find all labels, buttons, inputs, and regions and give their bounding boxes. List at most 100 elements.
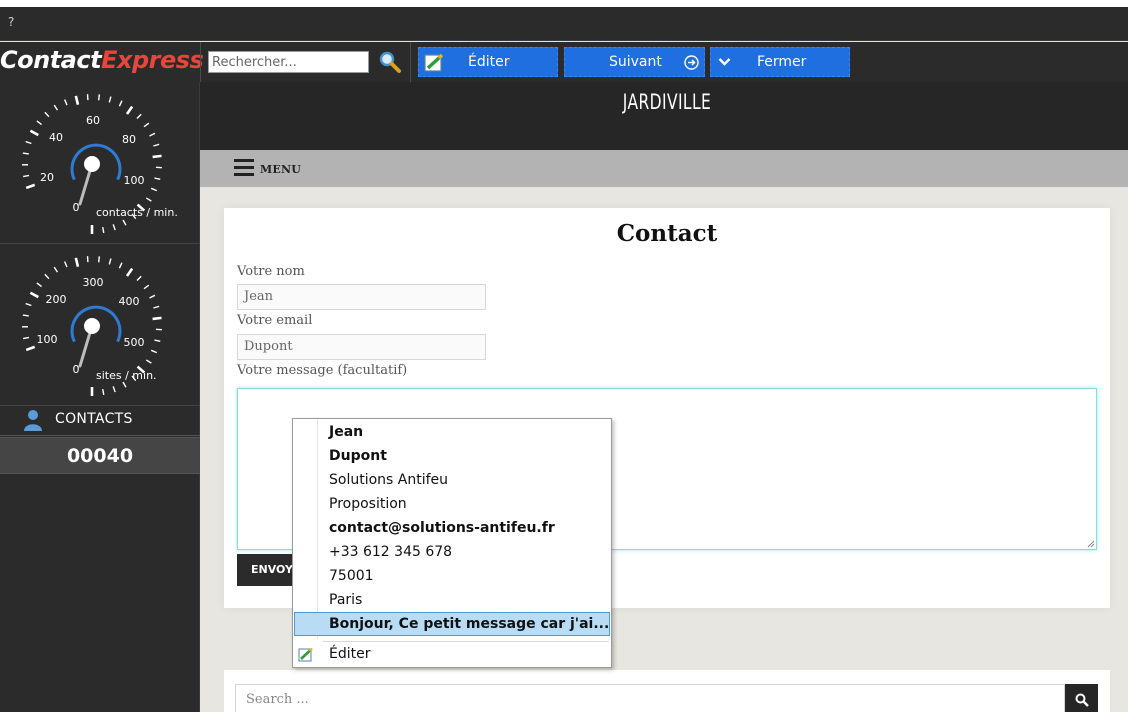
gauge-tick xyxy=(152,154,162,159)
toolbar-divider xyxy=(410,42,411,82)
edit-note-icon xyxy=(298,647,313,662)
gauge-tick xyxy=(108,258,112,265)
gauge-tick xyxy=(23,174,30,178)
next-button[interactable]: Suivant xyxy=(564,47,705,77)
gauge-tick xyxy=(122,381,127,388)
menu-item-edit[interactable]: Éditer xyxy=(294,642,610,666)
contacts-counter: 00040 xyxy=(0,437,200,474)
gauge-tick xyxy=(102,388,105,396)
gauge-tick xyxy=(145,197,152,202)
menu-item-email[interactable]: contact@solutions-antifeu.fr xyxy=(294,516,610,540)
toolbar-search-button[interactable] xyxy=(376,49,404,75)
menu-item-phone[interactable]: +33 612 345 678 xyxy=(294,540,610,564)
menu-label[interactable]: MENU xyxy=(260,163,301,176)
gauge-tick xyxy=(145,359,152,364)
hamburger-icon[interactable] xyxy=(234,159,254,177)
gauge-tick xyxy=(25,302,32,307)
gauge-tick-label: 100 xyxy=(124,174,145,187)
gauge-tick xyxy=(125,267,134,277)
gauge-tick xyxy=(118,262,123,269)
menu-item-company[interactable]: Solutions Antifeu xyxy=(294,468,610,492)
name-input[interactable]: Jean xyxy=(237,284,486,310)
contactexpress-toolbar: ContactExpress Éditer Suivant xyxy=(0,42,1128,82)
gauge-tick xyxy=(44,273,50,280)
email-label: Votre email xyxy=(237,313,313,328)
gauge-tick-label: 100 xyxy=(37,333,58,346)
gauge-tick xyxy=(143,284,150,290)
gauge-tick xyxy=(153,305,160,309)
gauge-tick xyxy=(149,294,156,299)
gauge-tick-label: 0 xyxy=(73,363,80,376)
help-button[interactable]: ? xyxy=(8,15,14,29)
gauge-tick xyxy=(153,143,160,147)
gauge-tick xyxy=(22,314,29,317)
gauge-tick xyxy=(53,104,59,111)
gauge-tick-label: 0 xyxy=(73,201,80,214)
gauge-tick-label: 20 xyxy=(40,171,54,184)
gauge-tick xyxy=(36,120,42,126)
gauge-tick xyxy=(25,345,36,352)
gauge-tick xyxy=(29,129,39,137)
gauge-tick xyxy=(149,132,156,137)
gauge-tick xyxy=(25,140,32,145)
resize-handle-icon[interactable] xyxy=(1087,540,1095,548)
form-title: Contact xyxy=(616,220,718,247)
gauge-tick xyxy=(44,111,50,118)
search-icon xyxy=(1075,693,1089,707)
top-edge xyxy=(0,0,1128,7)
site-search-widget: Search ... xyxy=(224,670,1110,712)
gauge-tick xyxy=(64,261,68,268)
gauge-tick xyxy=(74,95,80,105)
gauge-tick-label: 500 xyxy=(124,336,145,349)
menu-item-last-name[interactable]: Dupont xyxy=(294,444,610,468)
logo-express-text: Express xyxy=(101,46,204,74)
gauge-tick xyxy=(29,291,39,299)
contacts-per-minute-gauge: 60 40 80 20 100 0 contacts / min. xyxy=(0,82,200,244)
edit-button[interactable]: Éditer xyxy=(418,47,558,77)
site-search-button[interactable] xyxy=(1065,684,1098,712)
gauge-unit-label: contacts / min. xyxy=(96,206,178,219)
gauge-tick xyxy=(64,99,68,106)
gauge-tick xyxy=(22,152,29,155)
gauge-tick xyxy=(143,122,150,128)
gauge-tick xyxy=(108,96,112,103)
menu-item-postal-code[interactable]: 75001 xyxy=(294,564,610,588)
gauge-tick xyxy=(152,316,162,321)
help-bar: ? xyxy=(0,7,1128,41)
gauge-tick xyxy=(125,105,134,115)
gauge-tick xyxy=(150,187,158,192)
gauge-tick xyxy=(112,224,116,231)
site-title[interactable]: JARDIVILLE xyxy=(284,90,1050,114)
arrow-right-circle-icon xyxy=(684,55,699,70)
gauge-dial: 60 40 80 20 100 0 xyxy=(21,94,162,234)
email-input[interactable]: Dupont xyxy=(237,334,486,360)
close-button-label: Fermer xyxy=(757,54,807,70)
menu-item-subject[interactable]: Proposition xyxy=(294,492,610,516)
menu-item-first-name[interactable]: Jean xyxy=(294,420,610,444)
site-search-input[interactable]: Search ... xyxy=(235,684,1065,712)
gauge-tick-label: 400 xyxy=(119,295,140,308)
gauge-tick xyxy=(154,177,161,181)
gauge-tick-label: 80 xyxy=(122,133,136,146)
message-label: Votre message (facultatif) xyxy=(237,363,408,378)
autofill-context-menu: Jean Dupont Solutions Antifeu Propositio… xyxy=(292,418,612,668)
edit-button-label: Éditer xyxy=(468,54,510,70)
site-header: JARDIVILLE xyxy=(200,82,1128,150)
gauge-tick-label: 40 xyxy=(49,131,63,144)
person-icon xyxy=(24,410,42,431)
gauge-tick xyxy=(118,100,123,107)
gauge-tick xyxy=(97,94,101,101)
toolbar-search-input[interactable] xyxy=(208,51,369,73)
screen: ? ContactExpress Éditer Suivant xyxy=(0,0,1128,712)
site-menu-bar[interactable]: MENU xyxy=(200,150,1128,187)
gauge-tick-label: 200 xyxy=(46,293,67,306)
menu-item-message[interactable]: Bonjour, Ce petit message car j'ai... xyxy=(294,612,610,636)
gauge-tick xyxy=(136,113,142,119)
gauge-tick-label: 300 xyxy=(83,276,104,289)
next-button-label: Suivant xyxy=(609,54,662,70)
magnifier-icon xyxy=(379,51,401,73)
close-button[interactable]: Fermer xyxy=(710,47,850,77)
stats-sidebar: 60 40 80 20 100 0 contacts / min. 300 20… xyxy=(0,82,200,712)
menu-item-city[interactable]: Paris xyxy=(294,588,610,612)
contactexpress-logo: ContactExpress xyxy=(0,46,204,74)
